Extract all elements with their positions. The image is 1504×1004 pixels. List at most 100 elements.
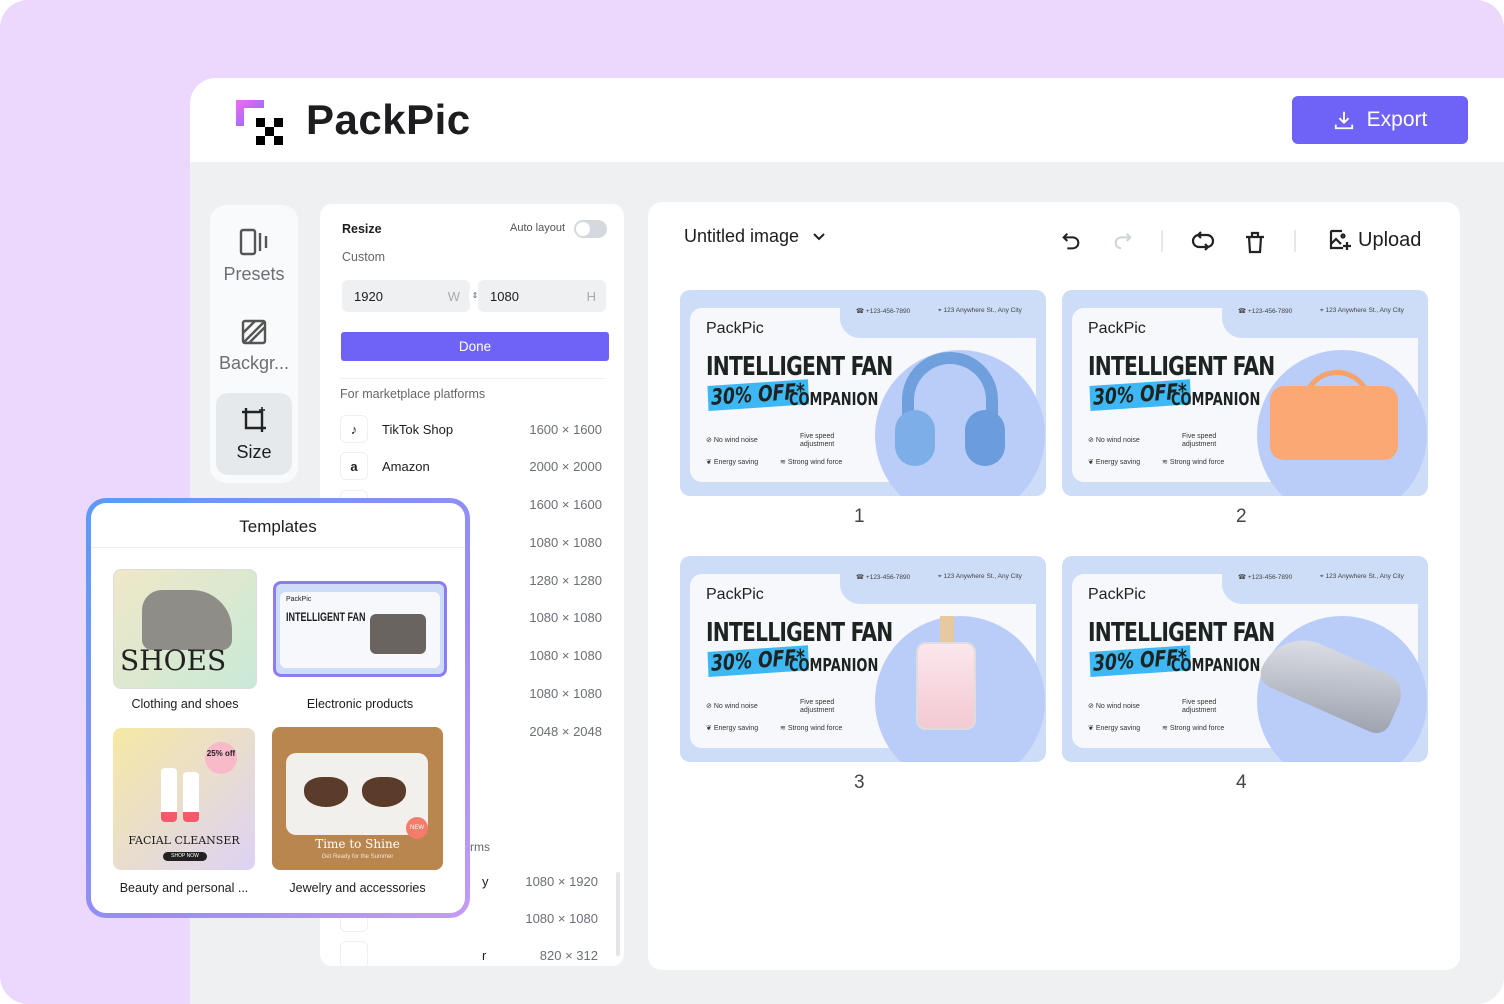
feature-text: Strong wind force [787, 725, 843, 732]
chevron-down-icon [813, 232, 825, 240]
feature-text: No wind noise [713, 703, 758, 710]
image-add-icon [1329, 229, 1351, 250]
auto-layout-toggle[interactable] [574, 220, 607, 238]
image-title-dropdown[interactable]: Untitled image [684, 226, 825, 247]
canvas-card[interactable]: PackPic ☎ +123-456-7890 ⌖ 123 Anywhere S… [1062, 290, 1428, 496]
platform-icon [340, 941, 368, 966]
banner-subline: COMPANION [789, 655, 879, 676]
feature: ❦ Energy saving [706, 725, 759, 732]
feature-text: Strong wind force [1169, 459, 1225, 466]
banner-phone: ☎ +123-456-7890 [1238, 574, 1293, 581]
app-title: PackPic [306, 96, 471, 143]
platform-size: 1080 × 1080 [529, 534, 602, 550]
width-unit: W [447, 289, 460, 304]
banner-address: ⌖ 123 Anywhere St., Any City [1320, 307, 1404, 314]
platform-name: TikTok Shop [382, 421, 454, 437]
canvas-card[interactable]: PackPic ☎ +123-456-7890 ⌖ 123 Anywhere S… [680, 556, 1046, 762]
template-thumb-beauty[interactable]: 25% off FACIAL CLEANSER SHOP NOW [113, 728, 255, 870]
amazon-icon: a [340, 452, 368, 480]
card-number: 2 [1236, 506, 1247, 527]
page-background: PackPic Export Presets Backgr... Size Re… [0, 0, 1504, 1004]
banner-phone: ☎ +123-456-7890 [1238, 308, 1293, 315]
sidebar-item-presets[interactable]: Presets [216, 215, 292, 297]
replace-icon[interactable] [1190, 230, 1216, 252]
canvas-card[interactable]: PackPic ☎ +123-456-7890 ⌖ 123 Anywhere S… [680, 290, 1046, 496]
divider [91, 547, 465, 548]
redo-icon[interactable] [1112, 230, 1134, 252]
width-input[interactable]: 1920 W [342, 280, 470, 312]
card-number: 4 [1236, 772, 1247, 793]
banner-headline: INTELLIGENT FAN [706, 618, 893, 648]
platform-size: 1600 × 1600 [529, 421, 602, 437]
feature-text: Energy saving [713, 725, 759, 732]
platform-row[interactable]: a Amazon 2000 × 2000 [340, 451, 602, 481]
platform-row[interactable]: r 820 × 312 [340, 940, 598, 966]
banner-address: ⌖ 123 Anywhere St., Any City [938, 573, 1022, 580]
banner-subline: COMPANION [1171, 389, 1261, 410]
height-value: 1080 [490, 289, 519, 304]
address-text: 123 Anywhere St., Any City [1325, 573, 1404, 580]
banner-address: ⌖ 123 Anywhere St., Any City [938, 307, 1022, 314]
packpic-logo [236, 100, 283, 145]
thumb-text: Time to Shine [315, 837, 400, 851]
custom-label: Custom [342, 250, 386, 264]
platform-size: 1080 × 1080 [525, 910, 598, 926]
platform-size: 1080 × 1920 [525, 873, 598, 889]
template-thumb-electronics[interactable]: PackPic INTELLIGENT FAN [273, 581, 447, 677]
feature-text: No wind noise [713, 437, 758, 444]
template-thumb-clothing[interactable]: SHOES [113, 569, 257, 689]
feature-text: Energy saving [1095, 725, 1141, 732]
sidebar-item-size[interactable]: Size [216, 393, 292, 475]
crop-resize-icon [242, 406, 266, 432]
new-badge: NEW [406, 817, 428, 839]
feature: ❦ Energy saving [1088, 459, 1141, 466]
platform-size: 1080 × 1080 [529, 685, 602, 701]
upload-button[interactable]: Upload [1328, 228, 1421, 252]
feature: ≋ Strong wind force [1162, 725, 1225, 732]
address-text: 123 Anywhere St., Any City [943, 307, 1022, 314]
resize-title: Resize [342, 222, 382, 236]
width-value: 1920 [354, 289, 383, 304]
camera-image [370, 614, 426, 654]
template-label: Electronic products [306, 697, 414, 711]
feature-text: Five speed adjustment [1182, 699, 1217, 714]
banner-brand: PackPic [706, 586, 764, 603]
sidebar-label: Size [236, 441, 272, 462]
done-button[interactable]: Done [341, 332, 609, 361]
divider [340, 378, 606, 379]
feature-text: Energy saving [1095, 459, 1141, 466]
background-icon [241, 319, 267, 344]
template-thumb-jewelry[interactable]: NEW Time to Shine Get Ready for the Summ… [272, 727, 443, 870]
feature: ❦ Energy saving [1088, 725, 1141, 732]
canvas-panel: Untitled image Upload PackPic ☎ +123-456… [648, 202, 1460, 970]
card-number: 1 [854, 506, 865, 527]
address-text: 123 Anywhere St., Any City [943, 573, 1022, 580]
banner-headline: INTELLIGENT FAN [1088, 618, 1275, 648]
feature-text: Strong wind force [1169, 725, 1225, 732]
height-input[interactable]: 1080 H [478, 280, 606, 312]
canvas-card[interactable]: PackPic ☎ +123-456-7890 ⌖ 123 Anywhere S… [1062, 556, 1428, 762]
platform-row[interactable]: ♪ TikTok Shop 1600 × 1600 [340, 414, 602, 444]
thumb-text: INTELLIGENT FAN [286, 610, 366, 624]
discount-badge: 25% off [205, 742, 237, 774]
feature-text: Five speed adjustment [800, 699, 835, 714]
export-button[interactable]: Export [1292, 96, 1468, 144]
undo-icon[interactable] [1060, 230, 1082, 252]
banner-subline: COMPANION [789, 389, 879, 410]
sidebar-item-background[interactable]: Backgr... [216, 305, 292, 387]
download-icon [1334, 111, 1353, 130]
feature: ⊘ No wind noise [706, 437, 758, 444]
trash-icon[interactable] [1244, 230, 1266, 254]
platform-size: 1600 × 1600 [529, 496, 602, 512]
thumb-text: SHOES [120, 644, 227, 677]
banner-headline: INTELLIGENT FAN [706, 352, 893, 382]
phone-text: +123-456-7890 [865, 308, 911, 315]
sidebar-label: Presets [223, 263, 285, 284]
phone-text: +123-456-7890 [865, 574, 911, 581]
feature: Five speed adjustment [1162, 433, 1222, 449]
template-label: Clothing and shoes [131, 697, 239, 711]
banner-brand: PackPic [1088, 320, 1146, 337]
shoes-image [142, 590, 232, 650]
scrollbar[interactable] [616, 872, 620, 956]
feature: ⊘ No wind noise [706, 703, 758, 710]
